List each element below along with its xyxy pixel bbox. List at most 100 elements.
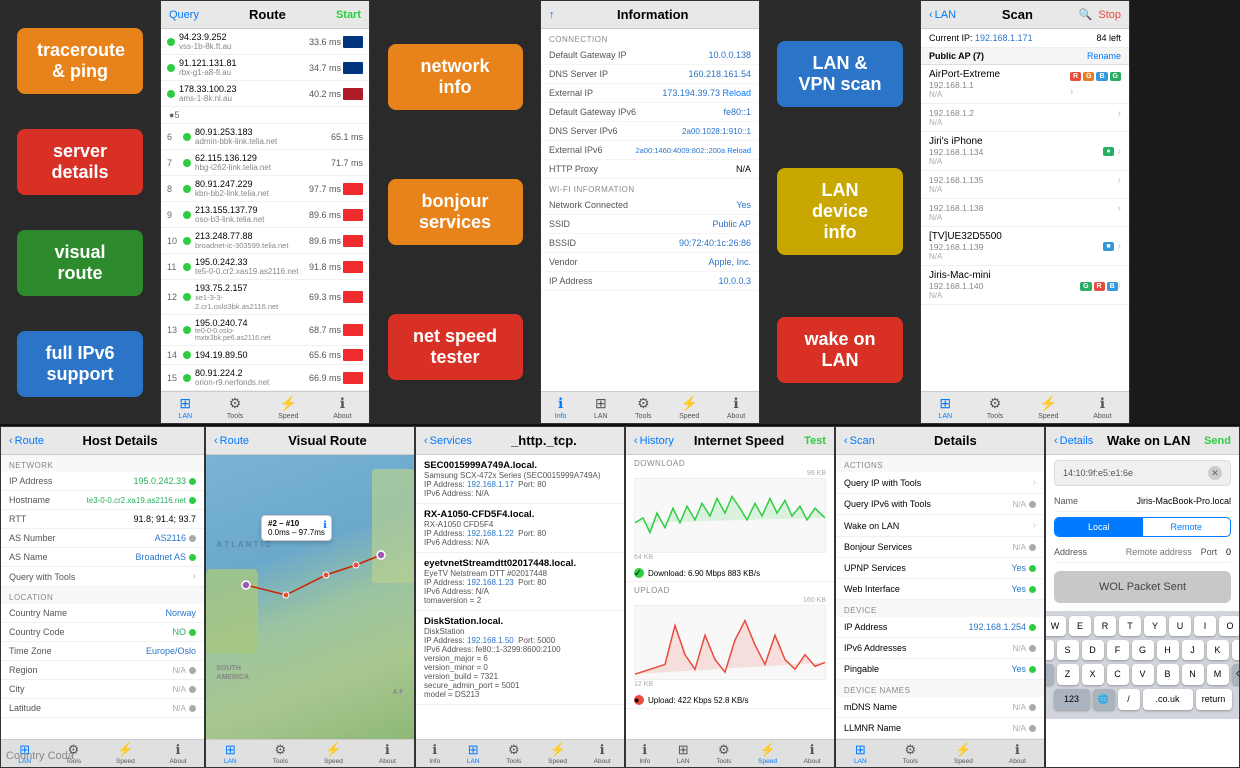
toolbar-lan-info[interactable]: ⊞LAN (594, 395, 608, 420)
route-row[interactable]: 10 213.248.77.88 broadnet-ic-303599.teli… (161, 228, 369, 254)
label-traceroute[interactable]: traceroute & ping (17, 28, 143, 94)
service-diskstation[interactable]: DiskStation.local. DiskStation IP Addres… (416, 611, 624, 705)
bt-about-ld[interactable]: ℹAbout (1009, 742, 1026, 765)
kb-n[interactable]: N (1182, 664, 1204, 685)
wol-tab-remote[interactable]: Remote (1143, 518, 1231, 536)
route-start-btn[interactable]: Start (336, 9, 361, 21)
lan-device-airport[interactable]: AirPort-Extreme 192.168.1.1 N/A R G B G … (921, 65, 1129, 104)
route-row[interactable]: 8 80.91.247.229 kbn-bb2-link.telia.net 9… (161, 176, 369, 202)
lan-device-138[interactable]: 192.168.1.138 N/A › (921, 199, 1129, 227)
kb-x[interactable]: X (1082, 664, 1104, 685)
route-row[interactable]: 11 195.0.242.33 te5-0-0.cr2.xas19.as2116… (161, 254, 369, 280)
bt-about-svc[interactable]: ℹAbout (594, 742, 611, 765)
action-query-ip[interactable]: Query IP with Tools › (836, 472, 1044, 494)
bt-lan-sp[interactable]: ⊞LAN (677, 742, 690, 765)
toolbar-info[interactable]: ℹInfo (555, 395, 567, 420)
kb-s[interactable]: S (1057, 640, 1079, 660)
kb-slash[interactable]: / (1118, 689, 1140, 710)
kb-z[interactable]: Z (1057, 664, 1079, 685)
route-row[interactable]: 12 193.75.2.157 xe1-3-3-2.cr1.oslo3bk.as… (161, 280, 369, 315)
tooltip-info-icon[interactable]: ℹ (323, 520, 327, 531)
host-query-row[interactable]: Query with Tools › (1, 567, 204, 587)
kb-k[interactable]: K (1207, 640, 1229, 660)
bt-tools-vr[interactable]: ⚙Tools (273, 742, 288, 765)
toolbar-lan-btn[interactable]: ⊞LAN (938, 395, 952, 420)
kb-v[interactable]: V (1132, 664, 1154, 685)
visual-route-back[interactable]: ‹ Route (214, 435, 249, 447)
wol-clear-btn[interactable]: ✕ (1208, 466, 1222, 480)
bt-tools-sp[interactable]: ⚙Tools (716, 742, 731, 765)
service-eyetv[interactable]: eyetvnetStreamdtt02017448.local. EyeTV N… (416, 553, 624, 611)
action-wake-lan[interactable]: Wake on LAN › (836, 515, 1044, 537)
kb-m[interactable]: M (1207, 664, 1229, 685)
toolbar-about-info[interactable]: ℹAbout (727, 395, 745, 420)
route-row[interactable]: 6 80.91.253.183 admin-bbk-link.telia.net… (161, 124, 369, 150)
kb-j[interactable]: J (1182, 640, 1204, 660)
wol-sent-button[interactable]: WOL Packet Sent (1054, 571, 1231, 603)
route-row[interactable]: 7 62.115.136.129 hbg-i262-link.telia.net… (161, 150, 369, 176)
lan-stop-btn[interactable]: Stop (1098, 9, 1121, 21)
lan-device-iphone[interactable]: Jiri's iPhone 192.168.1.134 N/A ● › (921, 132, 1129, 171)
route-row[interactable]: 13 195.0.240.74 te0-0-0.oslo-mxtx3bk.pe6… (161, 315, 369, 346)
toolbar-speed[interactable]: ⚡Speed (278, 395, 298, 420)
toolbar-about-lan[interactable]: ℹAbout (1093, 395, 1111, 420)
lan-search-icon[interactable]: 🔍 (1079, 8, 1093, 21)
bt-speed-ld[interactable]: ⚡Speed (954, 742, 973, 765)
kb-h[interactable]: H (1157, 640, 1179, 660)
kb-g[interactable]: G (1132, 640, 1154, 660)
kb-couk[interactable]: .co.uk (1143, 689, 1193, 710)
lan-device-2[interactable]: 192.168.1.2 N/A › (921, 104, 1129, 132)
lan-back-btn[interactable]: ‹ LAN (929, 9, 956, 21)
kb-i[interactable]: I (1194, 616, 1216, 636)
host-back-btn[interactable]: ‹ Route (9, 435, 44, 447)
label-wake-lan[interactable]: wake on LAN (777, 317, 903, 383)
action-query-ipv6[interactable]: Query IPv6 with Tools N/A (836, 494, 1044, 515)
kb-u[interactable]: U (1169, 616, 1191, 636)
kb-a[interactable]: A (1045, 640, 1054, 660)
speed-test-btn[interactable]: Test (804, 435, 826, 447)
toolbar-speed-info[interactable]: ⚡Speed (679, 395, 699, 420)
toolbar-speed-lan[interactable]: ⚡Speed (1038, 395, 1058, 420)
lan-device-135[interactable]: 192.168.1.135 N/A › (921, 171, 1129, 199)
bt-speed-vr[interactable]: ⚡Speed (324, 742, 343, 765)
route-row[interactable]: 9 213.155.137.79 oso-b3-link.telia.net 8… (161, 202, 369, 228)
kb-123[interactable]: 123 (1054, 689, 1090, 710)
speed-back[interactable]: ‹ History (634, 435, 674, 447)
info-upload-btn[interactable]: ↑ (549, 9, 555, 21)
label-ipv6[interactable]: full IPv6 support (17, 331, 143, 397)
label-server[interactable]: server details (17, 129, 143, 195)
label-netspeed[interactable]: net speed tester (388, 314, 523, 380)
bt-tools-ld[interactable]: ⚙Tools (903, 742, 918, 765)
service-samsung[interactable]: SEC0015999A749A.local. Samsung SCX-472x … (416, 455, 624, 504)
lan-rename-btn[interactable]: Rename (1087, 51, 1121, 61)
bt-info-sp[interactable]: ℹInfo (639, 742, 650, 765)
kb-w[interactable]: W (1045, 616, 1066, 636)
services-back[interactable]: ‹ Services (424, 435, 472, 447)
bt-tools-svc[interactable]: ⚙Tools (506, 742, 521, 765)
kb-return[interactable]: return (1196, 689, 1232, 710)
wol-tab-local[interactable]: Local (1055, 518, 1143, 536)
bt-speed-sp[interactable]: ⚡Speed (758, 742, 777, 765)
label-lan-vpn[interactable]: LAN & VPN scan (777, 41, 903, 107)
route-row[interactable]: 15 80.91.224.2 orion-r9.nerfonds.net 66.… (161, 365, 369, 391)
bt-info-svc[interactable]: ℹInfo (429, 742, 440, 765)
kb-t[interactable]: T (1119, 616, 1141, 636)
action-upnp[interactable]: UPNP Services Yes (836, 558, 1044, 579)
route-row[interactable]: 14 194.19.89.50 65.6 ms (161, 346, 369, 365)
label-network-info[interactable]: network info (388, 44, 523, 110)
toolbar-tools-info[interactable]: ⚙Tools (635, 395, 651, 420)
route-query-btn[interactable]: Query (169, 9, 199, 21)
route-row[interactable]: 94.23.9.252 vss-1b-8k.ft.au 33.6 ms (161, 29, 369, 55)
action-web[interactable]: Web Interface Yes (836, 579, 1044, 600)
lan-details-back[interactable]: ‹ Scan (844, 435, 875, 447)
toolbar-lan[interactable]: ⊞LAN (178, 395, 192, 420)
wol-address-input[interactable] (1092, 547, 1192, 557)
bt-speed[interactable]: ⚡Speed (116, 742, 135, 765)
kb-l[interactable]: L (1232, 640, 1240, 660)
label-bonjour[interactable]: bonjour services (388, 179, 523, 245)
lan-device-tv[interactable]: [TV]UE32D5500 192.168.1.139 N/A ■ › (921, 227, 1129, 266)
kb-d[interactable]: D (1082, 640, 1104, 660)
toolbar-tools-lan[interactable]: ⚙Tools (987, 395, 1003, 420)
label-lan-device[interactable]: LAN device info (777, 168, 903, 255)
lan-device-mini[interactable]: Jiris-Mac-mini 192.168.1.140 N/A G R B › (921, 266, 1129, 305)
